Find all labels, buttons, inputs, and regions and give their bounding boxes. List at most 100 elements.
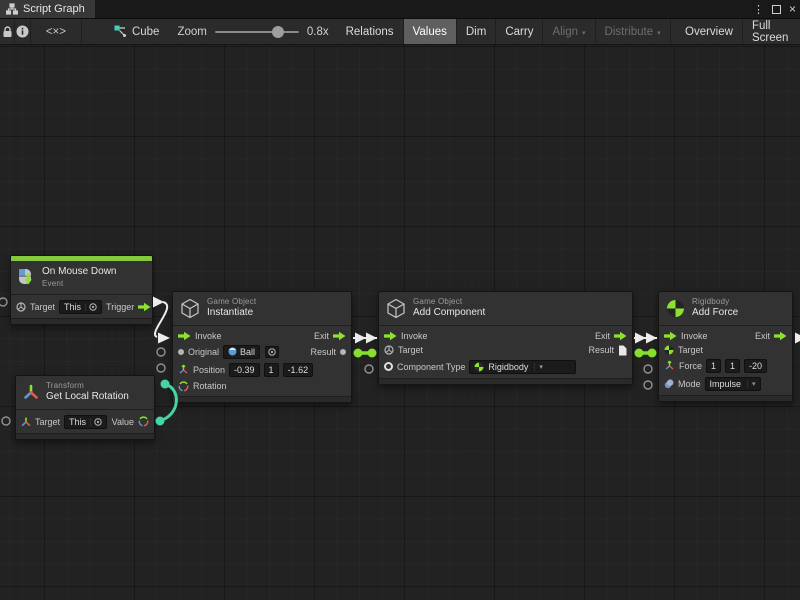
- carry-button[interactable]: Carry: [496, 19, 543, 44]
- rigidbody-icon: [666, 299, 685, 318]
- lock-icon: [2, 26, 13, 38]
- node-add-component[interactable]: Game Object Add Component Invoke Exit Ta…: [378, 291, 633, 385]
- game-object-icon: [384, 345, 394, 355]
- close-icon[interactable]: ×: [789, 3, 796, 15]
- graph-target-icon: [114, 25, 127, 38]
- info-button[interactable]: [15, 19, 30, 44]
- target-value-chip[interactable]: This: [59, 300, 102, 314]
- align-label: Align: [552, 26, 578, 38]
- exit-port-label: Exit: [595, 331, 610, 341]
- result-port-label: Result: [310, 347, 336, 357]
- mode-dropdown[interactable]: Impulse ▾: [705, 377, 761, 391]
- force-y-input[interactable]: 1: [725, 359, 740, 373]
- type-port[interactable]: [384, 362, 393, 371]
- port-circle[interactable]: [157, 348, 165, 356]
- wire-trigger-to-invoke[interactable]: [153, 297, 170, 344]
- relations-button[interactable]: Relations: [337, 19, 404, 44]
- object-port[interactable]: [178, 349, 184, 355]
- flow-arrow-icon[interactable]: [178, 331, 191, 341]
- port-circle[interactable]: [0, 298, 7, 306]
- flow-arrow-icon[interactable]: [138, 302, 151, 312]
- force-port-label: Force: [679, 361, 702, 371]
- force-z-input[interactable]: -20: [744, 359, 767, 373]
- node-footer: [659, 395, 792, 401]
- port-circle[interactable]: [365, 365, 373, 373]
- wire-result-to-target[interactable]: [635, 349, 657, 358]
- window-menu-icon[interactable]: ⋮: [753, 3, 764, 16]
- variables-button[interactable]: <×>: [31, 19, 82, 44]
- node-footer: [16, 433, 154, 439]
- rigidbody-icon: [474, 362, 484, 372]
- toolbar-spacer: [82, 19, 104, 44]
- rotation-port-label: Rotation: [193, 381, 227, 391]
- flow-arrow-icon[interactable]: [384, 331, 397, 341]
- position-x-input[interactable]: -0.39: [229, 363, 260, 377]
- rotation-icon: [138, 416, 149, 427]
- port-circle[interactable]: [644, 381, 652, 389]
- original-value: Ball: [240, 347, 255, 357]
- flow-arrow-icon[interactable]: [614, 331, 627, 341]
- mouse-down-icon: [18, 268, 35, 286]
- zoom-slider-handle[interactable]: [272, 26, 284, 38]
- chevron-down-icon: ▾: [747, 380, 756, 388]
- mode-value: Impulse: [710, 379, 742, 389]
- zoom-value: 0.8x: [307, 26, 329, 38]
- dim-button[interactable]: Dim: [457, 19, 496, 44]
- wire-exit-to-invoke[interactable]: [634, 333, 657, 344]
- distribute-label: Distribute: [605, 26, 654, 38]
- align-button[interactable]: Align▾: [543, 19, 595, 44]
- port-circle[interactable]: [157, 364, 165, 372]
- values-button[interactable]: Values: [404, 19, 457, 44]
- position-z-input[interactable]: -1.62: [283, 363, 314, 377]
- force-x-input[interactable]: 1: [706, 359, 721, 373]
- node-footer: [173, 396, 351, 402]
- wire-exit-partial[interactable]: [795, 333, 800, 344]
- distribute-button[interactable]: Distribute▾: [596, 19, 671, 44]
- target-value: This: [64, 302, 81, 312]
- maximize-icon[interactable]: [772, 5, 781, 14]
- overview-button[interactable]: Overview: [676, 19, 743, 44]
- component-type-value: Rigidbody: [488, 362, 528, 372]
- graph-canvas[interactable]: On Mouse Down Event Target This: [0, 45, 800, 600]
- graph-icon: [6, 3, 18, 15]
- document-icon: [618, 345, 627, 356]
- transform-icon: [23, 384, 39, 401]
- original-port-label: Original: [188, 347, 219, 357]
- port-circle[interactable]: [2, 417, 10, 425]
- node-title: Add Force: [692, 307, 738, 320]
- invoke-port-label: Invoke: [401, 331, 428, 341]
- wire-exit-to-invoke[interactable]: [353, 333, 377, 344]
- full-screen-button[interactable]: Full Screen: [743, 19, 800, 44]
- node-on-mouse-down[interactable]: On Mouse Down Event Target This: [10, 255, 153, 325]
- flow-arrow-icon[interactable]: [664, 331, 677, 341]
- lock-button[interactable]: [0, 19, 15, 44]
- dim-label: Dim: [466, 26, 486, 38]
- graph-target[interactable]: Cube: [104, 19, 170, 44]
- object-port[interactable]: [340, 349, 346, 355]
- code-icon: <×>: [46, 26, 66, 38]
- node-get-local-rotation[interactable]: Transform Get Local Rotation Target This: [15, 375, 155, 440]
- position-y-input[interactable]: 1: [264, 363, 279, 377]
- flow-arrow-icon[interactable]: [774, 331, 787, 341]
- titlebar: Script Graph ⋮ ×: [0, 0, 800, 18]
- original-value-chip[interactable]: Ball: [223, 345, 260, 359]
- full-screen-label: Full Screen: [752, 20, 791, 44]
- target-value-chip[interactable]: This: [64, 415, 107, 429]
- port-circle[interactable]: [644, 365, 652, 373]
- force-x: 1: [711, 361, 716, 371]
- position-x: -0.39: [234, 365, 255, 375]
- object-picker-icon[interactable]: [265, 346, 279, 358]
- node-instantiate[interactable]: Game Object Instantiate Invoke Exit Orig…: [172, 291, 352, 403]
- zoom-label: Zoom: [177, 26, 206, 38]
- node-title: Instantiate: [207, 307, 256, 320]
- node-add-force[interactable]: Rigidbody Add Force Invoke Exit Target: [658, 291, 793, 402]
- object-picker-icon[interactable]: [85, 303, 97, 311]
- zoom-slider[interactable]: [215, 31, 299, 33]
- tab-script-graph[interactable]: Script Graph: [0, 0, 95, 18]
- trigger-port-label: Trigger: [106, 302, 134, 312]
- object-picker-icon[interactable]: [90, 418, 102, 426]
- flow-arrow-icon[interactable]: [333, 331, 346, 341]
- target-port-label: Target: [398, 345, 423, 355]
- component-type-dropdown[interactable]: Rigidbody ▾: [469, 360, 576, 374]
- wire-result-to-target[interactable]: [354, 349, 377, 358]
